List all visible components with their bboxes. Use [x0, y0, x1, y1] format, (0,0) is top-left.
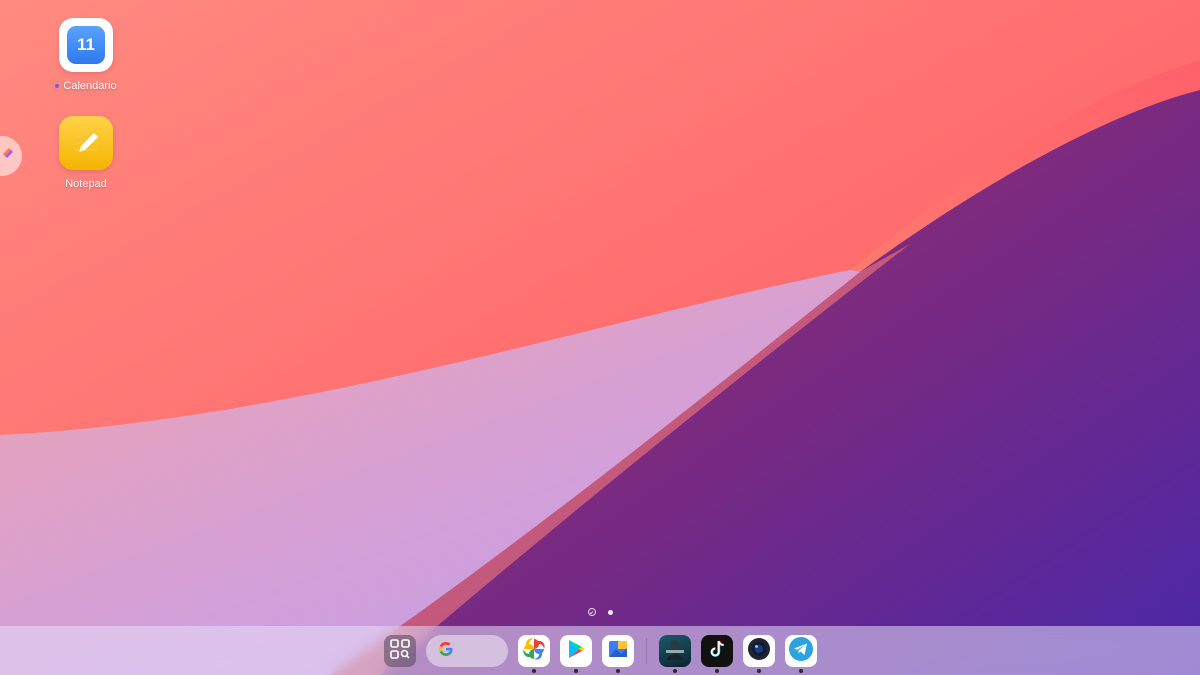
- pinwheel-icon: [522, 637, 546, 666]
- running-indicator: [615, 669, 620, 673]
- dock-app-tiktok[interactable]: [700, 635, 733, 673]
- dock: [0, 626, 1200, 675]
- paper-plane-icon: [788, 636, 814, 667]
- camera-lens-icon: [746, 636, 772, 667]
- play-triangle-icon: [565, 638, 587, 665]
- dock-app-drawer[interactable]: [383, 635, 416, 667]
- running-indicator: [672, 669, 677, 673]
- dock-apps: [0, 634, 1200, 673]
- desktop-icon-label: Calendario: [46, 80, 126, 92]
- google-g-icon: [438, 641, 454, 662]
- desktop-icon-notepad[interactable]: Notepad: [46, 116, 126, 190]
- running-indicator: [756, 669, 761, 673]
- dock-app-play-store[interactable]: [559, 635, 592, 673]
- notepad-label: Notepad: [65, 178, 107, 190]
- running-indicator: [714, 669, 719, 673]
- google-search-bar[interactable]: [425, 635, 508, 667]
- running-indicator: [531, 669, 536, 673]
- app-grid-search-icon: [389, 638, 411, 665]
- desktop-icon-calendario[interactable]: 11 Calendario: [46, 18, 126, 92]
- dock-app-camera[interactable]: [742, 635, 775, 673]
- calendario-label: Calendario: [63, 80, 117, 92]
- dock-app-photos[interactable]: [517, 635, 550, 673]
- running-indicator: [798, 669, 803, 673]
- page-dot[interactable]: [607, 609, 613, 615]
- dock-app-gallery[interactable]: [601, 635, 634, 673]
- tiktok-note-icon: [706, 638, 728, 665]
- running-indicator: [573, 669, 578, 673]
- notepad-pencil-icon: [59, 116, 113, 170]
- game-soldier-icon: [662, 636, 688, 667]
- dock-separator: [645, 638, 647, 664]
- sidebar-tools-icon: [0, 146, 16, 167]
- calendar-date: 11: [67, 26, 105, 64]
- wallpaper: [0, 0, 1200, 675]
- gallery-icon: [606, 637, 630, 666]
- home-page-indicator-icon[interactable]: [587, 608, 596, 616]
- page-indicator: [0, 607, 1200, 617]
- new-indicator-dot: [55, 84, 60, 89]
- dock-app-telegram[interactable]: [784, 635, 817, 673]
- calendar-icon: 11: [59, 18, 113, 72]
- dock-app-game[interactable]: [658, 635, 691, 673]
